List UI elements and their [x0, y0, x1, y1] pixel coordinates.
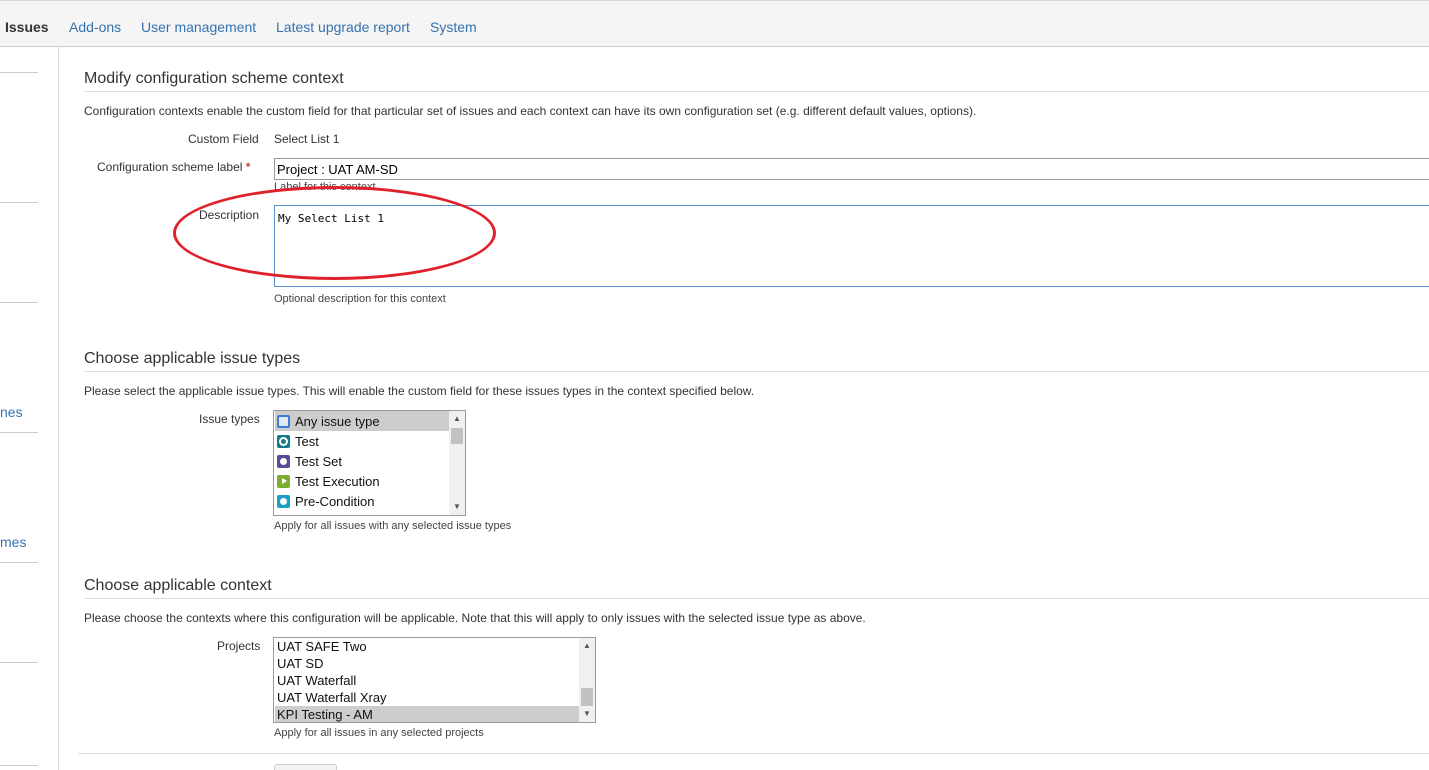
context-intro: Please choose the contexts where this co… [84, 611, 866, 625]
issue-type-option-label: Test Execution [295, 473, 380, 489]
tab-latest-upgrade-report[interactable]: Latest upgrade report [276, 19, 410, 35]
test-set-icon [277, 454, 290, 468]
project-option[interactable]: UAT Waterfall Xray [275, 689, 579, 706]
pre-condition-icon [277, 494, 290, 508]
issue-types-label: Issue types [199, 412, 260, 426]
description-textarea[interactable]: My Select List 1 [274, 205, 1429, 287]
sidebar-divider [0, 302, 38, 303]
admin-sidebar: nes mes [0, 47, 59, 770]
issue-types-hint: Apply for all issues with any selected i… [274, 520, 512, 532]
issue-type-option-label: Test Set [295, 453, 342, 469]
footer-divider [78, 753, 1429, 754]
tab-add-ons[interactable]: Add-ons [69, 19, 121, 35]
any-issue-type-icon [277, 414, 290, 428]
issue-type-option[interactable]: Pre-Condition [275, 491, 449, 511]
sidebar-divider [0, 432, 38, 433]
section-divider [84, 91, 1429, 92]
projects-hint: Apply for all issues in any selected pro… [274, 727, 484, 739]
test-icon [277, 434, 290, 448]
tab-system[interactable]: System [430, 19, 477, 35]
project-option[interactable]: KPI Testing - AM [275, 706, 579, 722]
issue-type-option[interactable]: Any issue type [275, 411, 449, 431]
scroll-up-icon[interactable]: ▲ [449, 411, 465, 427]
projects-label: Projects [217, 639, 261, 653]
section-divider [84, 598, 1429, 599]
scroll-up-icon[interactable]: ▲ [579, 638, 595, 654]
issue-type-option[interactable]: Test Execution [275, 471, 449, 491]
issue-types-intro: Please select the applicable issue types… [84, 384, 755, 398]
project-option[interactable]: UAT Waterfall [275, 672, 579, 689]
scroll-thumb[interactable] [451, 428, 463, 444]
issue-type-option-label: Any issue type [295, 413, 380, 429]
sidebar-divider [0, 765, 38, 766]
projects-scrollbar[interactable]: ▲ ▼ [579, 638, 595, 722]
description-label: Description [199, 208, 260, 222]
scheme-label-label: Configuration scheme label * [97, 160, 250, 174]
project-option[interactable]: UAT SD [275, 655, 579, 672]
scheme-label-label-text: Configuration scheme label [97, 160, 243, 174]
issue-types-title: Choose applicable issue types [84, 350, 301, 367]
issue-types-select[interactable]: Any issue type Test Test Set Test Execut… [273, 410, 466, 516]
admin-top-nav: Issues Add-ons User management Latest up… [0, 0, 1429, 47]
tab-issues[interactable]: Issues [5, 19, 49, 35]
scheme-label-input[interactable] [274, 158, 1429, 180]
scroll-down-icon[interactable]: ▼ [579, 706, 595, 722]
issue-type-option[interactable]: Test [275, 431, 449, 451]
page-title: Modify configuration scheme context [84, 70, 344, 87]
sidebar-divider [0, 562, 38, 563]
issue-type-option-label: Pre-Condition [295, 493, 375, 509]
projects-select[interactable]: UAT SAFE Two UAT SD UAT Waterfall UAT Wa… [273, 637, 596, 723]
custom-field-label: Custom Field [188, 132, 259, 146]
custom-field-value: Select List 1 [274, 132, 340, 146]
section-divider [84, 371, 1429, 372]
scroll-thumb[interactable] [581, 688, 593, 706]
sidebar-divider [0, 662, 38, 663]
scroll-down-icon[interactable]: ▼ [449, 499, 465, 515]
test-execution-icon [277, 474, 290, 488]
issue-types-scrollbar[interactable]: ▲ ▼ [449, 411, 465, 515]
description-hint: Optional description for this context [274, 293, 446, 305]
sidebar-divider [0, 72, 38, 73]
issue-type-option[interactable]: Test Set [275, 451, 449, 471]
form-intro: Configuration contexts enable the custom… [84, 104, 977, 118]
context-title: Choose applicable context [84, 577, 272, 594]
required-marker: * [245, 160, 251, 174]
scheme-label-hint: Label for this context [274, 181, 376, 193]
submit-button[interactable] [274, 764, 337, 770]
sidebar-divider [0, 202, 38, 203]
issue-type-option-label: Test [295, 433, 319, 449]
sidebar-link-schemes-2[interactable]: mes [0, 534, 26, 550]
tab-user-management[interactable]: User management [141, 19, 256, 35]
sidebar-link-schemes[interactable]: nes [0, 404, 23, 420]
project-option[interactable]: UAT SAFE Two [275, 638, 579, 655]
